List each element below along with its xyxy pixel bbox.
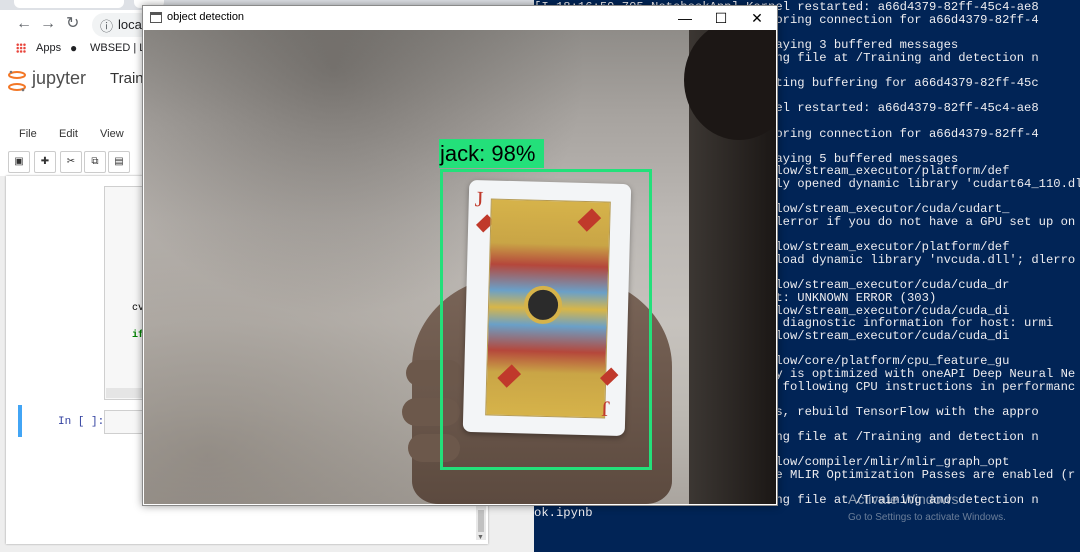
bookmark-apps[interactable]: Apps xyxy=(36,42,61,54)
code-cell[interactable] xyxy=(104,186,146,400)
plus-icon[interactable]: ✚ xyxy=(34,151,56,173)
globe-icon: ● xyxy=(70,41,78,55)
window-titlebar[interactable]: object detection — ☐ ✕ xyxy=(143,6,777,29)
object-detection-window[interactable]: object detection — ☐ ✕ J J jack: 98% xyxy=(142,5,778,506)
copy-icon[interactable]: ⧉ xyxy=(84,151,106,173)
detection-bounding-box xyxy=(440,169,652,470)
menu-file[interactable]: File xyxy=(19,128,37,140)
window-title: object detection xyxy=(167,11,245,23)
paste-icon[interactable]: ▤ xyxy=(108,151,130,173)
address-text: local xyxy=(118,17,145,32)
scrollbar-thumb[interactable] xyxy=(478,510,484,532)
input-prompt: In [ ]: xyxy=(58,416,105,428)
horizontal-scrollbar[interactable] xyxy=(106,388,146,398)
browser-tab[interactable] xyxy=(14,0,124,8)
notebook-title[interactable]: Train xyxy=(110,70,144,87)
save-icon[interactable]: ▣ xyxy=(8,151,30,173)
close-icon[interactable]: ✕ xyxy=(740,8,774,28)
forward-arrow-icon[interactable]: → xyxy=(40,14,56,34)
reload-icon[interactable]: ↻ xyxy=(66,14,79,34)
info-icon[interactable]: ⓘ xyxy=(100,16,113,35)
cut-icon[interactable]: ✂ xyxy=(60,151,82,173)
back-arrow-icon[interactable]: ← xyxy=(16,14,32,34)
maximize-icon[interactable]: ☐ xyxy=(704,8,738,28)
activate-windows-subtitle: Go to Settings to activate Windows. xyxy=(848,512,1006,523)
jupyter-logo-icon xyxy=(8,70,26,92)
activate-windows-title: Activate Windows xyxy=(848,491,959,507)
apps-grid-icon[interactable] xyxy=(16,43,26,53)
window-app-icon xyxy=(150,12,162,23)
menu-edit[interactable]: Edit xyxy=(59,128,78,140)
minimize-icon[interactable]: — xyxy=(668,8,702,28)
scroll-down-icon[interactable]: ▼ xyxy=(477,534,484,541)
menu-view[interactable]: View xyxy=(100,128,124,140)
jupyter-brand[interactable]: jupyter xyxy=(32,68,86,89)
detection-label: jack: 98% xyxy=(440,141,536,166)
input-cell-editor[interactable] xyxy=(104,410,146,434)
terminal-line: ok.ipynb xyxy=(534,506,593,520)
camera-frame: J J jack: 98% xyxy=(144,30,776,504)
